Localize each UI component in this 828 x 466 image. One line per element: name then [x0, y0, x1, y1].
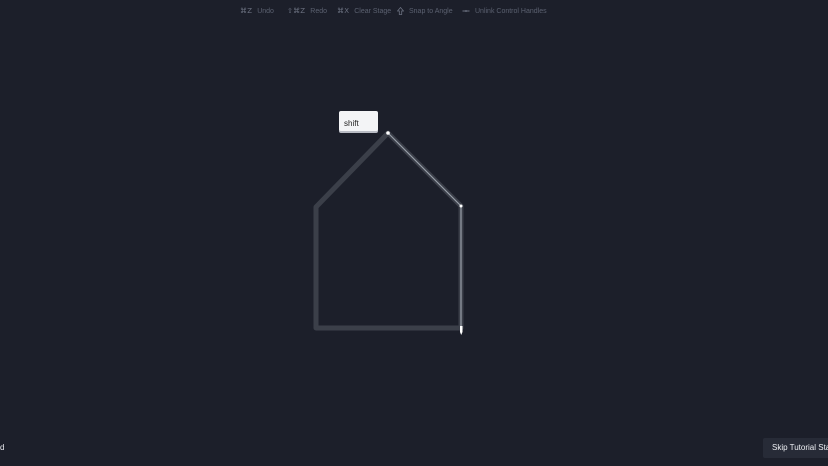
mode-label: d — [0, 443, 5, 452]
shift-key-hint: shift — [339, 111, 378, 131]
pen-cursor-icon — [460, 326, 463, 335]
anchor-point-top[interactable] — [386, 131, 390, 135]
drawn-path — [387, 132, 462, 329]
shift-key-label: shift — [344, 119, 359, 128]
skip-tutorial-stage-button[interactable]: Skip Tutorial Stage — [763, 438, 828, 458]
drawing-canvas[interactable] — [0, 0, 828, 466]
guide-path — [313, 130, 464, 331]
anchor-point-right[interactable] — [459, 204, 463, 208]
tutorial-stage[interactable]: ⌘Z Undo ⇧⌘Z Redo ⌘X Clear Stage Snap to … — [0, 0, 828, 466]
